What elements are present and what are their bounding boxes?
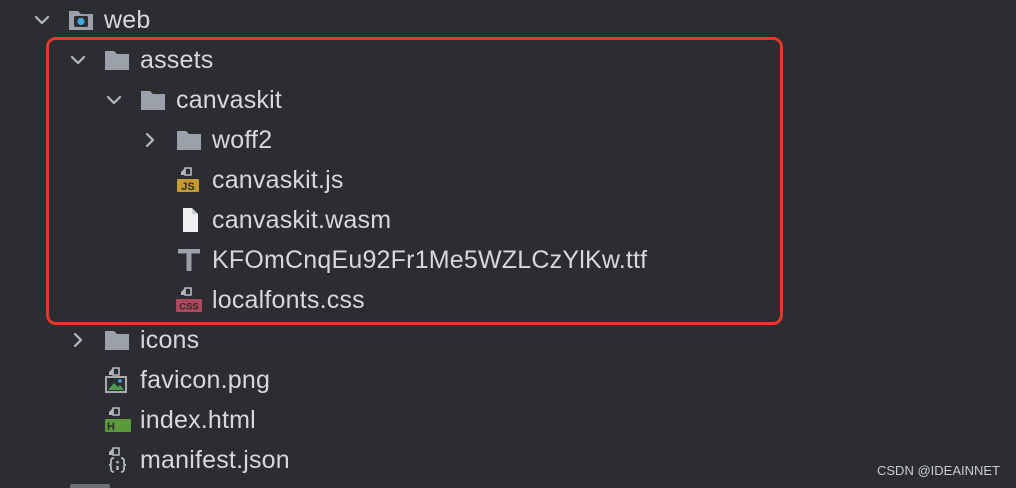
javascript-file-icon: JS	[177, 167, 199, 193]
folder-icon	[105, 51, 129, 70]
tree-row-label: localfonts.css	[212, 286, 365, 314]
folder-icon	[177, 131, 201, 150]
tree-row-label: KFOmCnqEu92Fr1Me5WZLCzYlKw.ttf	[212, 246, 648, 274]
folder-icon	[105, 331, 129, 350]
tree-row-label: index.html	[140, 406, 256, 434]
tree-row-label: icons	[140, 326, 200, 354]
chevron-down-icon[interactable]	[104, 90, 124, 110]
chevron-right-icon[interactable]	[140, 130, 160, 150]
tree-row-index-html[interactable]: H index.html	[0, 400, 1016, 440]
tree-row-favicon[interactable]: favicon.png	[0, 360, 1016, 400]
font-file-icon	[178, 249, 200, 271]
tree-row-label: canvaskit.wasm	[212, 206, 392, 234]
tree-row-assets[interactable]: assets	[0, 40, 1016, 80]
svg-text:H: H	[107, 421, 115, 433]
tree-row-woff2[interactable]: woff2	[0, 120, 1016, 160]
chevron-down-icon[interactable]	[32, 10, 52, 30]
watermark: CSDN @IDEAINNET	[877, 463, 1000, 478]
tree-row-canvaskit-folder[interactable]: canvaskit	[0, 80, 1016, 120]
tree-row-label: assets	[140, 46, 214, 74]
json-file-icon	[108, 447, 127, 473]
folder-icon	[141, 91, 165, 110]
partially-visible-row-icon	[70, 484, 110, 488]
web-module-folder-icon	[69, 11, 93, 30]
tree-row-label: web	[104, 6, 151, 34]
html-file-icon: H	[105, 407, 131, 433]
svg-text:JS: JS	[181, 181, 194, 193]
tree-row-label: manifest.json	[140, 446, 290, 474]
tree-row-label: woff2	[212, 126, 273, 154]
tree-row-label: favicon.png	[140, 366, 271, 394]
tree-row-font-ttf[interactable]: KFOmCnqEu92Fr1Me5WZLCzYlKw.ttf	[0, 240, 1016, 280]
tree-row-localfonts-css[interactable]: CSS localfonts.css	[0, 280, 1016, 320]
svg-text:CSS: CSS	[179, 302, 199, 313]
chevron-down-icon[interactable]	[68, 50, 88, 70]
tree-row-label: canvaskit	[176, 86, 283, 114]
tree-row-canvaskit-js[interactable]: JS canvaskit.js	[0, 160, 1016, 200]
project-tree-panel: web assets canvaskit woff2 JS canvaskit.…	[0, 0, 1016, 488]
tree-row-manifest-json[interactable]: manifest.json	[0, 440, 1016, 480]
tree-row-label: canvaskit.js	[212, 166, 344, 194]
tree-row-web[interactable]: web	[0, 0, 1016, 40]
tree-row-canvaskit-wasm[interactable]: canvaskit.wasm	[0, 200, 1016, 240]
css-file-icon: CSS	[176, 287, 202, 313]
tree-row-icons[interactable]: icons	[0, 320, 1016, 360]
chevron-right-icon[interactable]	[68, 330, 88, 350]
image-file-icon	[105, 367, 127, 393]
generic-file-icon	[183, 208, 198, 232]
